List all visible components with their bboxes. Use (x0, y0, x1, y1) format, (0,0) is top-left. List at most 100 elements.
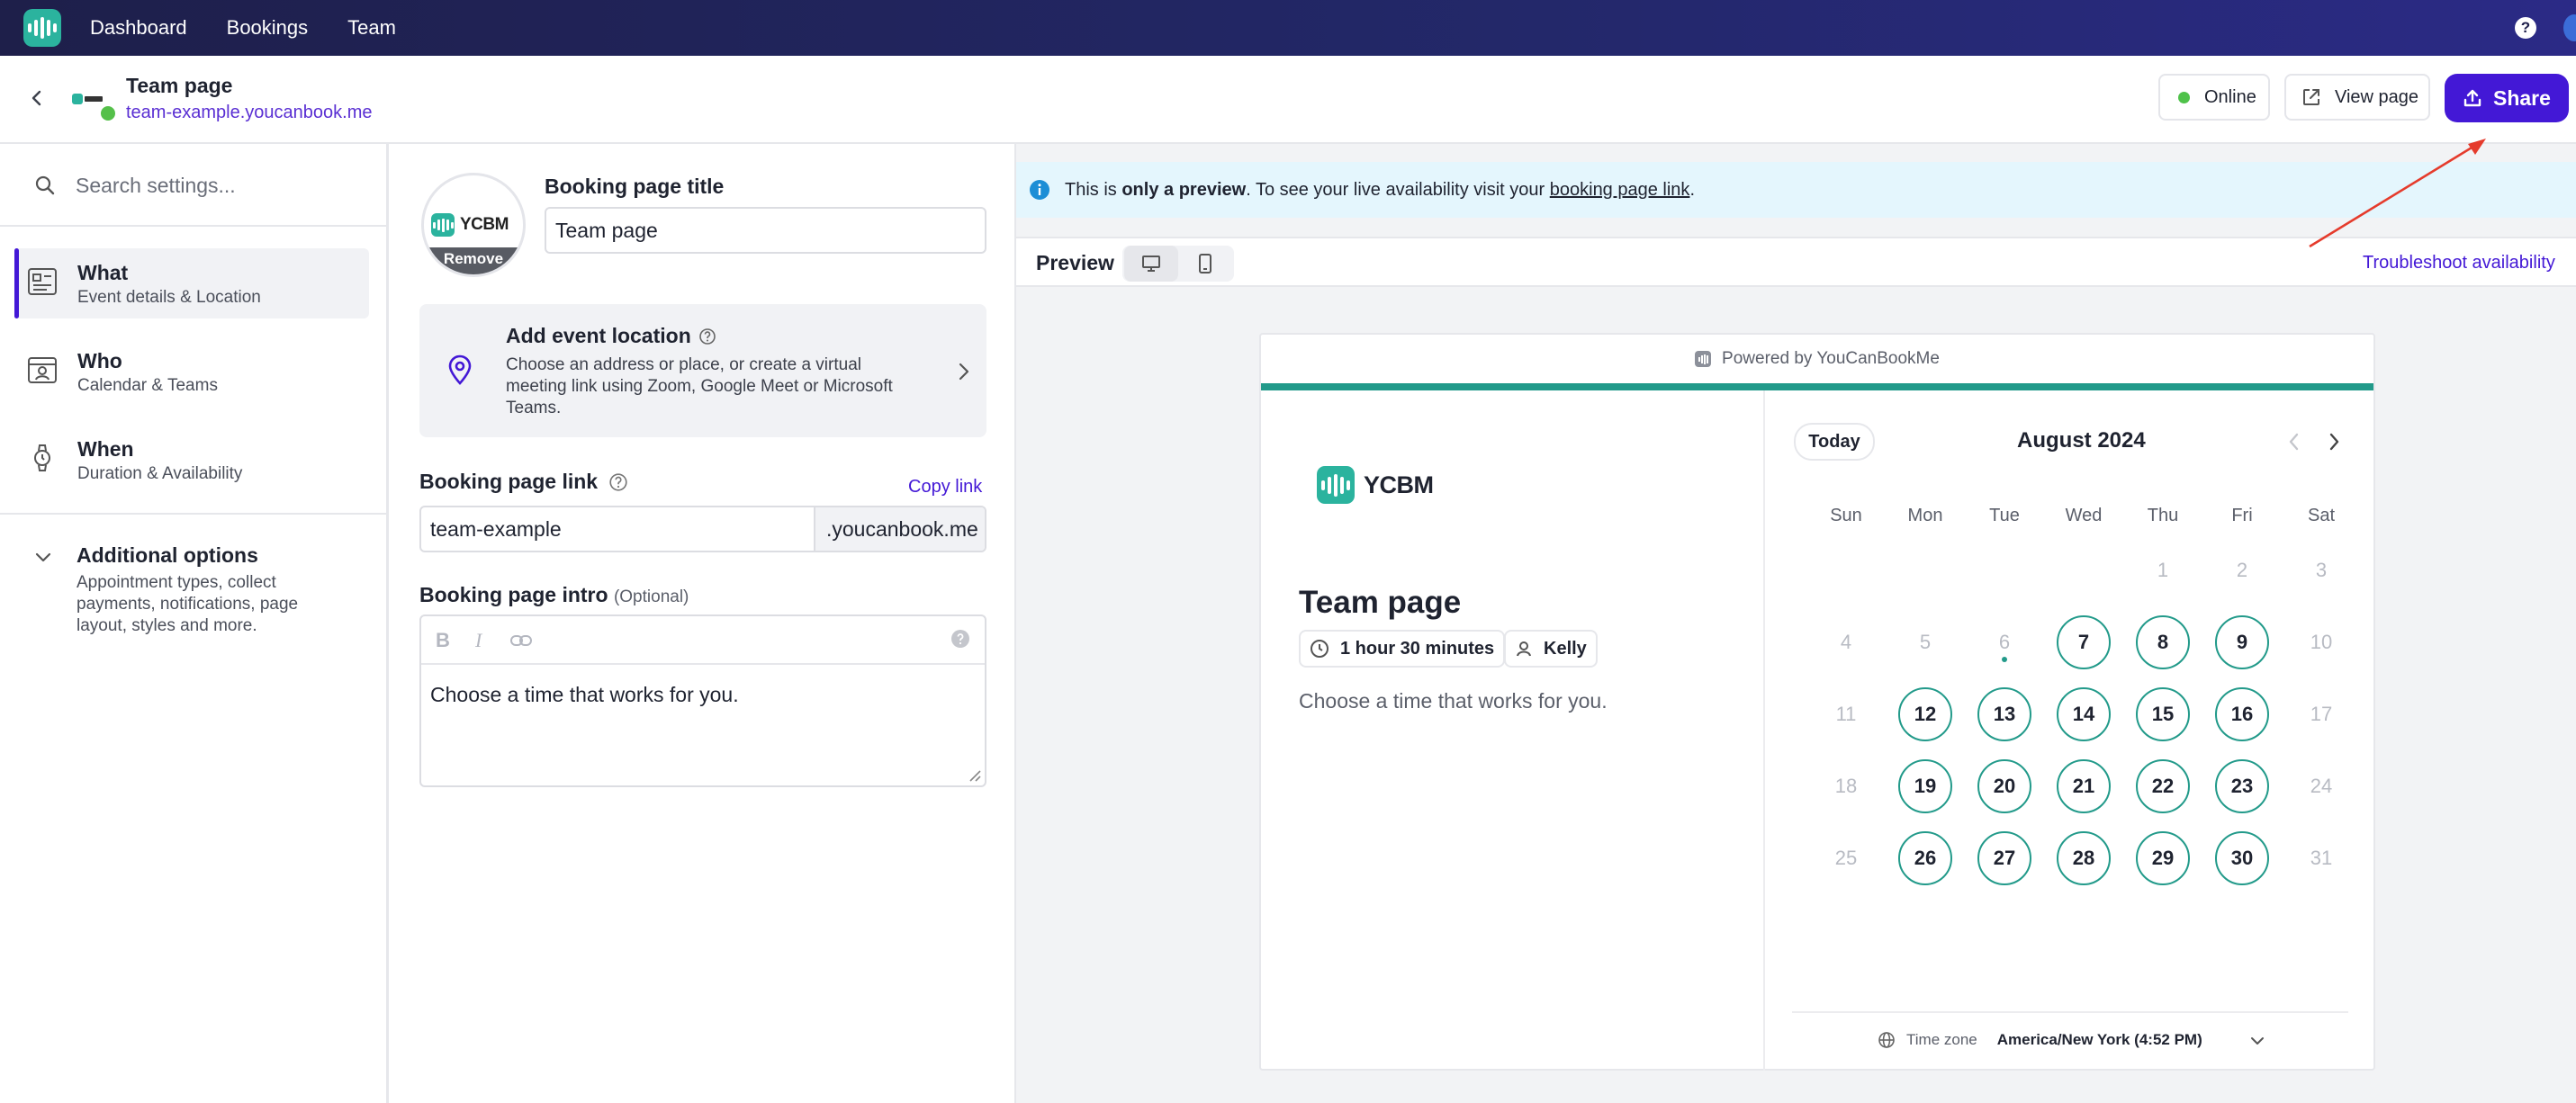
weekday-label: Fri (2231, 506, 2253, 525)
sidebar-item-subtitle: Duration & Availability (77, 464, 243, 483)
person-icon (1517, 641, 1531, 657)
today-button[interactable]: Today (1794, 423, 1875, 461)
help-circle-icon[interactable] (608, 472, 628, 492)
banner-text-post: . (1689, 179, 1695, 200)
page-header: Team page team-example.youcanbook.me Onl… (0, 56, 2576, 144)
next-month-chevron-icon[interactable] (2327, 432, 2341, 452)
calendar-day[interactable]: 9 (2215, 615, 2269, 669)
calendar-day: 11 (1835, 703, 1857, 725)
page-url-link[interactable]: team-example.youcanbook.me (126, 103, 372, 123)
sidebar-item-who[interactable]: Who Calendar & Teams (14, 336, 369, 407)
prev-month-chevron-icon[interactable] (2287, 432, 2301, 452)
sidebar-item-what[interactable]: What Event details & Location (14, 248, 369, 318)
calendar-day[interactable]: 16 (2215, 687, 2269, 741)
timezone-label: Time zone (1906, 1031, 1977, 1048)
calendar-day[interactable]: 23 (2215, 759, 2269, 813)
search-icon (35, 175, 55, 195)
sidebar-item-subtitle: Calendar & Teams (77, 376, 218, 395)
page-title: Team page (126, 74, 233, 97)
location-title: Add event location (506, 324, 716, 348)
booking-link-input[interactable]: team-example (421, 507, 814, 551)
duration-chip: 1 hour 30 minutes (1299, 630, 1506, 668)
mobile-view-button[interactable] (1178, 246, 1232, 282)
powered-by: Powered by YouCanBookMe (1261, 335, 2373, 383)
calendar-day[interactable]: 12 (1898, 687, 1952, 741)
mobile-icon (1199, 254, 1211, 274)
view-page-button[interactable]: View page (2284, 74, 2430, 121)
calendar-day[interactable]: 29 (2136, 831, 2190, 885)
calendar-day[interactable]: 15 (2136, 687, 2190, 741)
user-avatar[interactable] (2563, 14, 2576, 41)
annotation-arrow (2309, 139, 2486, 248)
share-button[interactable]: Share (2445, 74, 2569, 122)
info-icon (1030, 180, 1049, 200)
booking-page-link[interactable]: booking page link (1550, 180, 1690, 201)
avatar-logo-text: YCBM (460, 215, 509, 234)
copy-link-button[interactable]: Copy link (908, 477, 982, 498)
online-label: Online (2204, 86, 2256, 107)
remove-avatar-button[interactable]: Remove (424, 247, 523, 274)
avatar-logo: YCBM (431, 213, 509, 237)
calendar-day[interactable]: 28 (2057, 831, 2111, 885)
calendar-day[interactable]: 20 (1977, 759, 2031, 813)
timezone-value: America/New York (4:52 PM) (1996, 1031, 2202, 1048)
editor-help-icon[interactable] (950, 629, 970, 649)
desktop-view-button[interactable] (1124, 246, 1178, 282)
intro-label: Booking page intro (Optional) (419, 583, 689, 607)
online-status-button[interactable]: Online (2158, 74, 2270, 121)
calendar-day[interactable]: 30 (2215, 831, 2269, 885)
calendar-day: 2 (2236, 559, 2248, 581)
calendar-day[interactable]: 19 (1898, 759, 1952, 813)
calendar-day[interactable]: 7 (2057, 615, 2111, 669)
weekday-label: Wed (2065, 506, 2103, 525)
calendar-day[interactable]: 13 (1977, 687, 2031, 741)
intro-textarea[interactable]: Choose a time that works for you. (430, 683, 739, 707)
search-settings-input[interactable] (76, 166, 364, 205)
calendar-day[interactable]: 8 (2136, 615, 2190, 669)
host-chip: Kelly (1504, 630, 1598, 668)
preview-title: Team page (1299, 585, 1462, 620)
preview-panel: This is only a preview . To see your liv… (1014, 144, 2576, 1103)
nav-dashboard[interactable]: Dashboard (90, 16, 187, 40)
desktop-icon (1142, 256, 1160, 272)
italic-button[interactable]: I (475, 629, 482, 652)
chevron-down-icon[interactable] (2249, 1035, 2265, 1047)
bold-button[interactable]: B (436, 629, 450, 652)
ycbm-small-logo-icon (1695, 351, 1712, 367)
app-logo-icon[interactable] (23, 9, 61, 47)
calendar-day[interactable]: 21 (2057, 759, 2111, 813)
calendar-day: 24 (2310, 775, 2333, 797)
person-calendar-icon (28, 357, 57, 383)
preview-intro: Choose a time that works for you. (1299, 689, 1608, 713)
title-input[interactable]: Team page (545, 207, 986, 254)
help-icon[interactable]: ? (2515, 17, 2536, 39)
calendar-day[interactable]: 22 (2136, 759, 2190, 813)
settings-search (0, 144, 389, 227)
calendar-day: 3 (2315, 559, 2328, 581)
calendar-day[interactable]: 26 (1898, 831, 1952, 885)
weekday-label: Tue (1989, 506, 2020, 525)
online-dot-icon (2178, 91, 2190, 103)
calendar-day: 4 (1840, 631, 1852, 653)
online-status-dot (99, 104, 117, 122)
back-chevron-icon[interactable] (27, 88, 47, 108)
page-avatar[interactable]: YCBM Remove (421, 173, 526, 277)
sidebar-item-when[interactable]: When Duration & Availability (14, 425, 369, 495)
top-nav: Dashboard Bookings Team ? (0, 0, 2576, 56)
today-indicator (2002, 657, 2007, 662)
ycbm-logo-icon (1317, 466, 1355, 504)
nav-team[interactable]: Team (347, 16, 396, 40)
link-icon[interactable] (509, 631, 533, 650)
calendar-day[interactable]: 27 (1977, 831, 2031, 885)
nav-bookings[interactable]: Bookings (227, 16, 309, 40)
calendar-day[interactable]: 14 (2057, 687, 2111, 741)
powered-by-text: Powered by YouCanBookMe (1722, 349, 1940, 368)
editor-toolbar: B I (421, 616, 985, 665)
resize-handle-icon[interactable] (967, 767, 981, 782)
add-location-card[interactable]: Add event location Choose an address or … (419, 304, 986, 437)
timezone-selector[interactable]: Time zone America/New York (4:52 PM) (1878, 1031, 2202, 1049)
title-label: Booking page title (545, 175, 725, 198)
external-link-icon (2303, 89, 2319, 105)
help-circle-icon[interactable] (698, 327, 716, 345)
link-label: Booking page link (419, 470, 628, 494)
